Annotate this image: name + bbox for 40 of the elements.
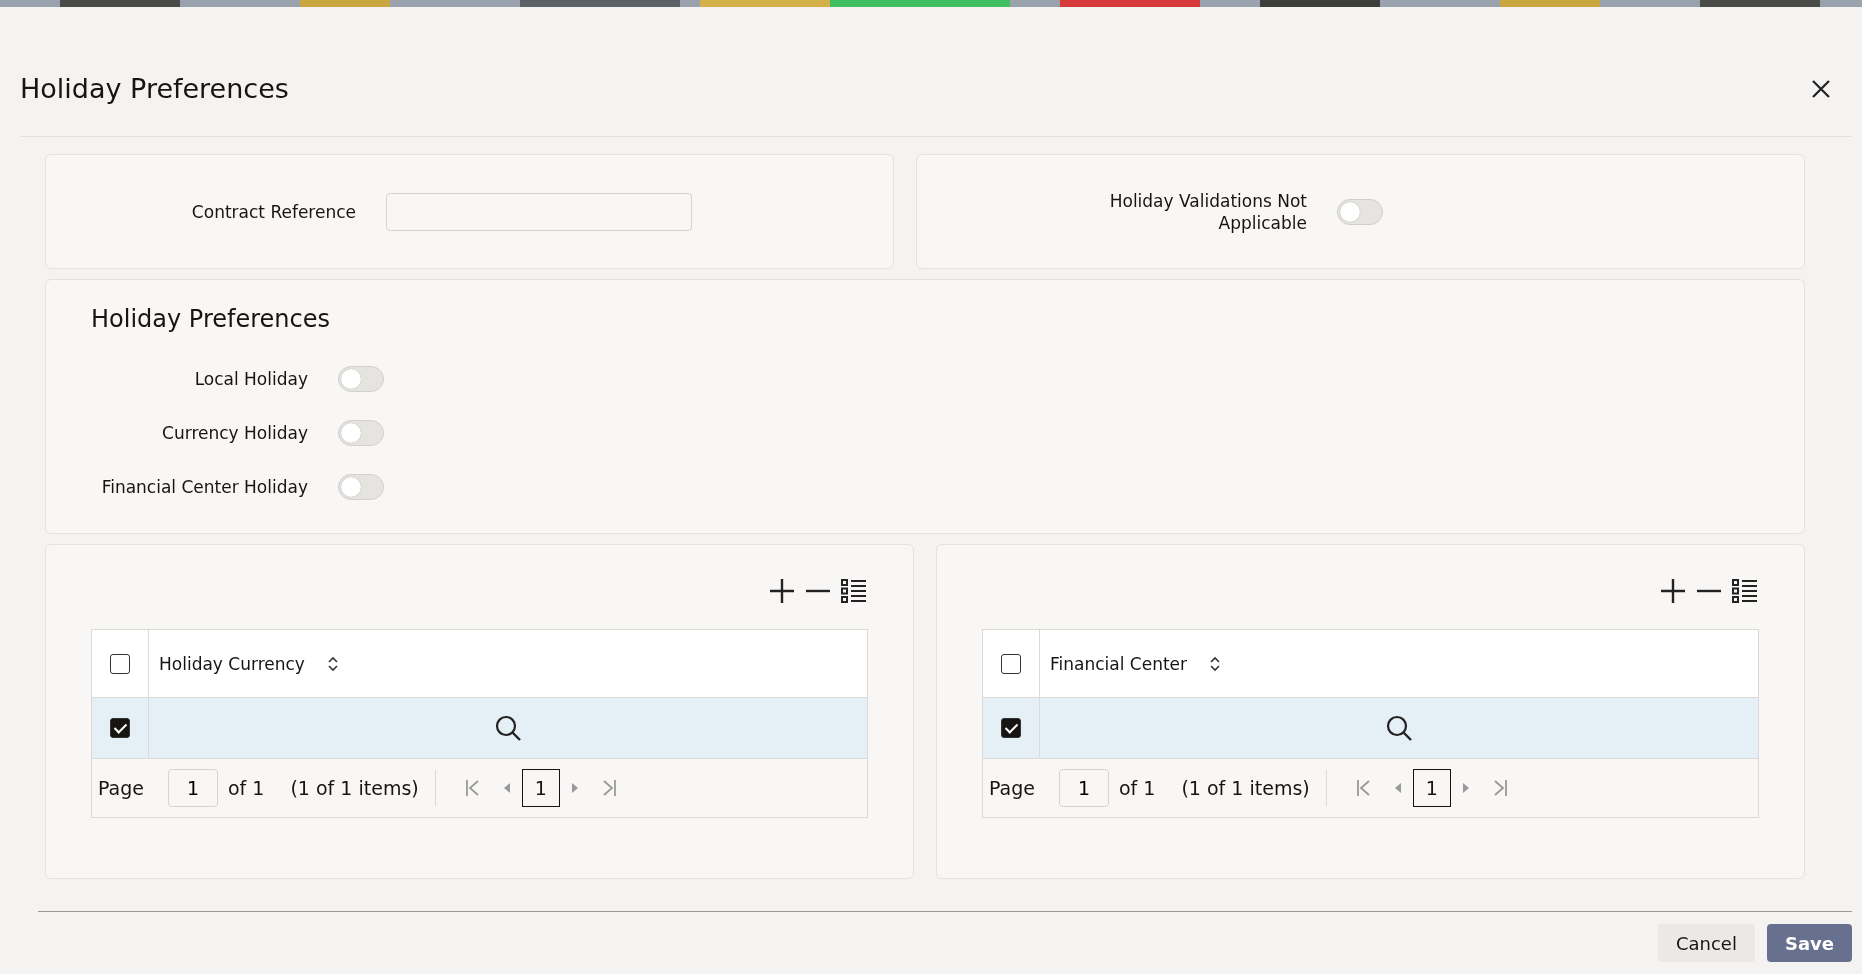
toggle-switch[interactable] [338, 474, 384, 500]
page-input[interactable]: 1 [168, 769, 218, 807]
field-label: Holiday Validations Not Applicable [1108, 189, 1307, 234]
checkbox[interactable] [1001, 718, 1021, 738]
toggle-switch[interactable] [338, 420, 384, 446]
page-label: Page [989, 777, 1035, 799]
list-icon[interactable] [840, 577, 868, 605]
add-icon[interactable] [768, 577, 796, 605]
field-label: Local Holiday [193, 369, 308, 389]
add-icon[interactable] [1659, 577, 1687, 605]
next-page-icon[interactable] [569, 781, 580, 795]
field-label: Contract Reference [190, 201, 356, 222]
item-count: (1 of 1 items) [1181, 777, 1310, 799]
current-page[interactable]: 1 [1412, 769, 1451, 807]
dialog-title: Holiday Preferences [20, 73, 289, 104]
list-icon[interactable] [1731, 577, 1759, 605]
current-page[interactable]: 1 [521, 769, 560, 807]
section-title: Holiday Preferences [91, 305, 331, 333]
sort-icon[interactable] [1209, 654, 1222, 673]
page-label: Page [98, 777, 144, 799]
search-icon[interactable] [494, 714, 522, 742]
page-count: of 1 [228, 777, 265, 799]
cancel-button[interactable]: Cancel [1657, 924, 1755, 962]
column-header[interactable]: Financial Center [1050, 653, 1188, 674]
item-count: (1 of 1 items) [290, 777, 419, 799]
checkbox[interactable] [1001, 653, 1021, 674]
column-header[interactable]: Holiday Currency [159, 653, 305, 674]
toggle-switch[interactable] [338, 366, 384, 392]
search-icon[interactable] [1385, 714, 1413, 742]
sort-icon[interactable] [326, 654, 339, 673]
page-input[interactable]: 1 [1059, 769, 1109, 807]
field-label: Financial Center Holiday [100, 477, 308, 497]
save-button[interactable]: Save [1766, 924, 1852, 962]
input-field[interactable] [386, 192, 692, 231]
checkbox[interactable] [110, 718, 130, 738]
page-count: of 1 [1119, 777, 1156, 799]
toggle-switch[interactable] [1337, 198, 1383, 225]
field-label: Currency Holiday [161, 423, 308, 443]
checkbox[interactable] [110, 653, 130, 674]
next-page-icon[interactable] [1460, 781, 1471, 795]
